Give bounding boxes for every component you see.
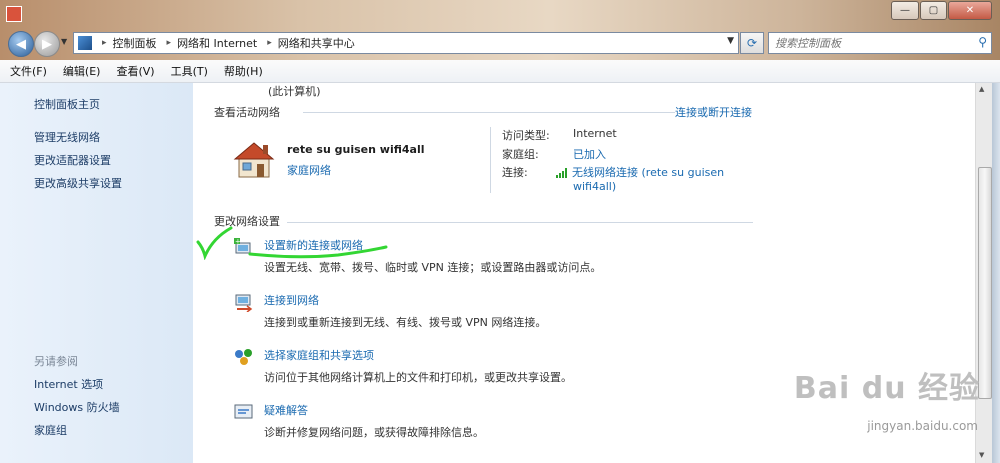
wireless-connection-link[interactable]: 无线网络连接 (rete su guisen (556, 164, 724, 180)
access-type-label: 访问类型: (502, 129, 550, 142)
sidebar-item-homegroup[interactable]: 家庭组 (34, 422, 67, 438)
search-icon[interactable]: ⚲ (978, 35, 987, 49)
task-troubleshoot-link[interactable]: 疑难解答 (264, 402, 308, 418)
see-also-heading: 另请参阅 (34, 355, 78, 368)
control-panel-icon (78, 36, 92, 50)
window-border (992, 83, 1000, 463)
baidu-watermark-url: jingyan.baidu.com (867, 419, 978, 433)
maximize-button[interactable]: ▢ (920, 1, 947, 20)
task-homegroup-options-desc: 访问位于其他网络计算机上的文件和打印机，或更改共享设置。 (264, 371, 572, 384)
baidu-watermark: Bai du 经验 (793, 371, 980, 406)
sidebar-item-home[interactable]: 控制面板主页 (34, 96, 100, 112)
homegroup-joined-link[interactable]: 已加入 (573, 146, 606, 162)
caption-buttons: — ▢ ✕ (890, 1, 992, 20)
address-row: ◀ ▶ ▼ ▸ 控制面板 ▸ 网络和 Internet ▸ 网络和共享中心 ▼ … (0, 28, 1000, 60)
active-networks-heading: 查看活动网络 (214, 106, 280, 119)
address-bar[interactable]: ▸ 控制面板 ▸ 网络和 Internet ▸ 网络和共享中心 ▼ (73, 32, 739, 54)
connection-label: 连接: (502, 166, 528, 179)
annotation-underline-icon (248, 245, 388, 259)
refresh-icon[interactable]: ⟳ (740, 32, 764, 54)
sidebar-item-windows-firewall[interactable]: Windows 防火墙 (34, 399, 120, 415)
menu-file[interactable]: 文件(F) (4, 63, 53, 79)
connection-value-line2[interactable]: wifi4all) (573, 180, 616, 193)
breadcrumb-control-panel[interactable]: 控制面板 (113, 35, 157, 51)
chevron-right-icon[interactable]: ▸ (102, 38, 107, 48)
network-name: rete su guisen wifi4all (287, 143, 425, 156)
scroll-up-icon[interactable]: ▲ (979, 85, 984, 93)
minimize-button[interactable]: — (891, 1, 919, 20)
task-new-connection-desc: 设置无线、宽带、拨号、临时或 VPN 连接；或设置路由器或访问点。 (264, 261, 602, 274)
sidebar: 控制面板主页 管理无线网络 更改适配器设置 更改高级共享设置 另请参阅 Inte… (0, 83, 193, 463)
troubleshoot-icon (234, 404, 253, 419)
forward-arrow-icon[interactable]: ▶ (34, 31, 60, 57)
breadcrumb-network-internet[interactable]: 网络和 Internet (177, 35, 257, 51)
homegroup-sharing-icon (235, 349, 252, 365)
task-homegroup-options-link[interactable]: 选择家庭组和共享选项 (264, 347, 374, 363)
sidebar-item-advanced-sharing[interactable]: 更改高级共享设置 (34, 175, 122, 191)
svg-text:+: + (235, 238, 241, 246)
menu-bar: 文件(F) 编辑(E) 查看(V) 工具(T) 帮助(H) (0, 60, 1000, 83)
scroll-down-icon[interactable]: ▼ (979, 451, 984, 459)
homegroup-label: 家庭组: (502, 148, 539, 161)
menu-view[interactable]: 查看(V) (110, 63, 160, 79)
divider (287, 222, 753, 223)
sidebar-item-manage-wireless[interactable]: 管理无线网络 (34, 129, 100, 145)
chevron-right-icon[interactable]: ▸ (167, 38, 172, 48)
divider (303, 112, 675, 113)
sidebar-item-internet-options[interactable]: Internet 选项 (34, 376, 103, 392)
home-network-icon (233, 142, 275, 178)
task-connect-network-desc: 连接到或重新连接到无线、有线、拨号或 VPN 网络连接。 (264, 316, 547, 329)
breadcrumb-network-sharing-center[interactable]: 网络和共享中心 (278, 35, 355, 51)
search-input[interactable] (769, 35, 967, 51)
network-type-link[interactable]: 家庭网络 (287, 162, 331, 178)
menu-edit[interactable]: 编辑(E) (57, 63, 107, 79)
connection-value-line1: 无线网络连接 (rete su guisen (572, 166, 725, 179)
connect-network-icon (235, 294, 253, 312)
vertical-divider (490, 127, 491, 193)
recent-pages-dropdown-icon[interactable]: ▼ (61, 37, 67, 46)
connect-disconnect-link[interactable]: 连接或断开连接 (675, 104, 752, 120)
search-box[interactable]: ⚲ (768, 32, 992, 54)
menu-help[interactable]: 帮助(H) (218, 63, 269, 79)
explorer-window: — ▢ ✕ ◀ ▶ ▼ ▸ 控制面板 ▸ 网络和 Internet ▸ 网络和共… (0, 0, 1000, 463)
task-troubleshoot-desc: 诊断并修复网络问题，或获得故障排除信息。 (264, 426, 484, 439)
chevron-down-icon[interactable]: ▼ (727, 36, 734, 46)
this-computer-fragment: (此计算机) (268, 85, 321, 98)
close-button[interactable]: ✕ (948, 1, 992, 20)
chevron-right-icon[interactable]: ▸ (267, 38, 272, 48)
scrollbar-thumb[interactable] (978, 167, 992, 399)
sidebar-item-adapter-settings[interactable]: 更改适配器设置 (34, 152, 111, 168)
title-bar: — ▢ ✕ (0, 0, 1000, 28)
app-icon (6, 6, 22, 22)
back-arrow-icon[interactable]: ◀ (8, 31, 34, 57)
menu-tools[interactable]: 工具(T) (165, 63, 214, 79)
annotation-checkmark-icon (196, 226, 233, 260)
task-connect-network-link[interactable]: 连接到网络 (264, 292, 319, 308)
access-type-value: Internet (573, 127, 617, 140)
signal-strength-icon (556, 168, 567, 178)
